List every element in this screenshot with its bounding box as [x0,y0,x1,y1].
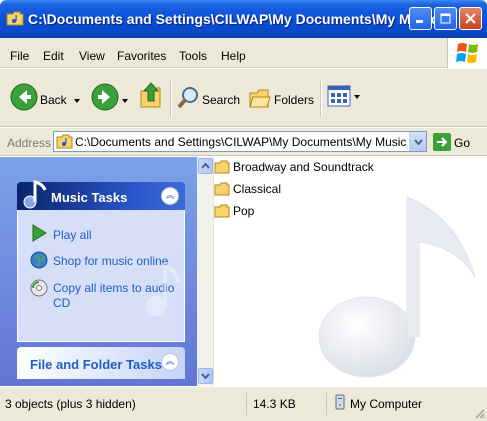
folder-item[interactable]: Broadway and Soundtrack [214,158,374,176]
collapse-music-tasks-button[interactable]: ︽ [161,187,179,205]
status-location: My Computer [350,397,423,411]
file-folder-tasks-header[interactable]: File and Folder Tasks ︽ [17,347,185,379]
music-note-watermark-icon [318,196,476,378]
search-button[interactable]: Search [174,77,240,119]
forward-button[interactable] [88,77,134,119]
task-pane: Music Tasks ︽ Play all Shop for music on… [0,157,197,386]
up-folder-icon [140,82,161,108]
go-label: Go [454,136,471,150]
folder-music-icon [6,11,24,26]
music-note-watermark-icon [146,263,180,316]
music-tasks-header[interactable]: Music Tasks ︽ [17,180,185,210]
window-title: C:\Documents and Settings\CILWAP\My Docu… [28,11,439,27]
maximize-button[interactable] [434,7,457,30]
views-dropdown-icon[interactable] [354,95,360,99]
menu-tools[interactable]: Tools [179,49,207,63]
search-icon [177,87,198,109]
close-button[interactable] [459,7,482,30]
address-label: Address [7,136,52,150]
back-arrow-icon [10,83,38,111]
menu-bar: File Edit View Favorites Tools Help [0,38,487,68]
address-value: C:\Documents and Settings\CILWAP\My Docu… [75,135,407,149]
minimize-icon [416,20,423,23]
folders-button[interactable]: Folders [246,77,314,119]
standard-toolbar: Back Search Folders [0,69,487,127]
resize-grip-icon[interactable] [473,407,485,419]
file-list-view[interactable]: Broadway and Soundtrack Classical Pop [197,157,487,386]
go-arrow-icon [433,133,451,151]
folders-label: Folders [274,93,315,107]
address-input[interactable]: C:\Documents and Settings\CILWAP\My Docu… [53,131,427,152]
folder-item[interactable]: Classical [214,180,281,198]
music-note-icon [23,180,47,209]
play-icon [32,224,47,242]
menu-file[interactable]: File [10,49,29,63]
folder-item[interactable]: Pop [214,202,254,220]
folder-icon [214,160,230,174]
status-object-count: 3 objects (plus 3 hidden) [5,397,136,411]
back-dropdown-icon[interactable] [74,99,80,103]
up-folder-button[interactable] [138,81,166,115]
windows-logo [447,38,487,68]
address-bar: Address C:\Documents and Settings\CILWAP… [0,128,487,156]
address-dropdown-button[interactable] [409,132,426,151]
status-size: 14.3 KB [253,397,296,411]
folder-music-icon [56,134,73,149]
vertical-scrollbar[interactable] [197,157,214,386]
minimize-button[interactable] [409,7,432,30]
views-icon [327,85,351,107]
play-all-link[interactable]: Play all [53,228,92,243]
menu-favorites[interactable]: Favorites [117,49,166,63]
close-icon [465,13,476,24]
scroll-up-button[interactable] [198,158,213,174]
windows-flag-icon [456,43,478,63]
search-label: Search [202,93,241,107]
back-button[interactable]: Back [4,77,84,119]
forward-dropdown-icon[interactable] [122,99,128,103]
music-tasks-body: Play all Shop for music online Copy all … [17,210,185,342]
status-bar: 3 objects (plus 3 hidden) 14.3 KB My Com… [0,386,487,421]
file-folder-tasks-title: File and Folder Tasks [30,357,162,372]
menu-help[interactable]: Help [221,49,246,63]
chevron-up-icon [201,163,210,169]
folder-icon [214,182,230,196]
menu-view[interactable]: View [79,49,105,63]
chevron-down-icon [201,373,210,379]
folder-icon [214,204,230,218]
folder-name: Classical [233,182,282,196]
collapse-file-folder-tasks-button[interactable]: ︽ [161,353,179,371]
forward-arrow-icon [91,83,119,111]
my-computer-icon [335,394,345,410]
folder-name: Broadway and Soundtrack [233,160,374,174]
back-label: Back [40,93,67,107]
music-tasks-title: Music Tasks [51,190,128,205]
menu-edit[interactable]: Edit [43,49,64,63]
cd-copy-icon [30,279,48,297]
views-button[interactable] [326,83,362,113]
title-bar[interactable]: C:\Documents and Settings\CILWAP\My Docu… [0,0,487,38]
globe-icon [30,251,48,269]
maximize-icon [440,13,451,24]
chevron-down-icon [413,138,423,145]
folders-icon [249,89,271,108]
scroll-down-button[interactable] [198,368,213,384]
folder-name: Pop [233,204,255,218]
go-button[interactable]: Go [431,131,481,153]
